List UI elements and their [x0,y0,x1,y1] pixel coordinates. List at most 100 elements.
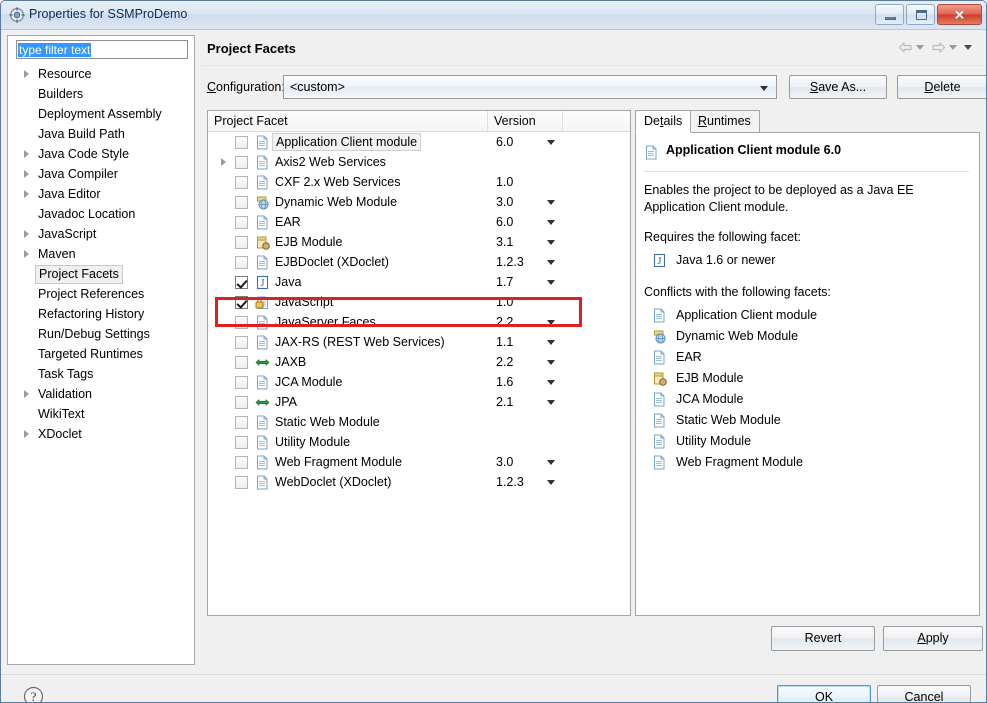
version-chevron-down-icon[interactable] [547,280,555,285]
version-chevron-down-icon[interactable] [547,400,555,405]
facet-checkbox[interactable] [235,416,248,429]
sidebar-item-javadoc-location[interactable]: Javadoc Location [8,204,194,224]
expand-arrow-icon[interactable] [24,150,29,158]
version-chevron-down-icon[interactable] [547,260,555,265]
table-row[interactable]: Utility Module [208,432,630,452]
version-chevron-down-icon[interactable] [547,320,555,325]
expand-arrow-icon[interactable] [24,430,29,438]
sidebar-item-maven[interactable]: Maven [8,244,194,264]
facet-checkbox[interactable] [235,216,248,229]
version-chevron-down-icon[interactable] [547,360,555,365]
facet-checkbox[interactable] [235,396,248,409]
table-row[interactable]: JAX-RS (REST Web Services) 1.1 [208,332,630,352]
expand-arrow-icon[interactable] [24,70,29,78]
sidebar-item-project-facets[interactable]: Project Facets [8,264,194,284]
facet-checkbox[interactable] [235,316,248,329]
facet-checkbox[interactable] [235,436,248,449]
facet-checkbox[interactable] [235,276,248,289]
facet-checkbox[interactable] [235,376,248,389]
table-row[interactable]: JCA Module 1.6 [208,372,630,392]
cancel-button[interactable]: Cancel [877,685,971,702]
version-chevron-down-icon[interactable] [547,240,555,245]
sidebar-item-javascript[interactable]: JavaScript [8,224,194,244]
table-row[interactable]: Web Fragment Module 3.0 [208,452,630,472]
facet-checkbox[interactable] [235,256,248,269]
facet-checkbox[interactable] [235,296,248,309]
sidebar-item-deployment-assembly[interactable]: Deployment Assembly [8,104,194,124]
expand-arrow-icon[interactable] [221,158,226,166]
column-header-version[interactable]: Version [488,111,563,131]
sidebar-item-xdoclet[interactable]: XDoclet [8,424,194,444]
sidebar-item-task-tags[interactable]: Task Tags [8,364,194,384]
sidebar-item-java-compiler[interactable]: Java Compiler [8,164,194,184]
version-chevron-down-icon[interactable] [547,380,555,385]
maximize-button[interactable] [906,4,935,25]
sidebar-item-validation[interactable]: Validation [8,384,194,404]
facet-checkbox[interactable] [235,176,248,189]
table-row[interactable]: JavaScript 1.0 [208,292,630,312]
expand-arrow-icon[interactable] [24,250,29,258]
table-row[interactable]: EJBDoclet (XDoclet) 1.2.3 [208,252,630,272]
version-chevron-down-icon[interactable] [547,220,555,225]
expand-arrow-icon[interactable] [24,390,29,398]
table-row[interactable]: EAR 6.0 [208,212,630,232]
table-row[interactable]: EJB Module 3.1 [208,232,630,252]
version-chevron-down-icon[interactable] [547,480,555,485]
version-chevron-down-icon[interactable] [547,200,555,205]
table-row[interactable]: Dynamic Web Module 3.0 [208,192,630,212]
back-arrow-icon[interactable] [898,41,913,54]
column-header-project-facet[interactable]: Project Facet [208,111,488,131]
sidebar-item-run-debug-settings[interactable]: Run/Debug Settings [8,324,194,344]
expand-arrow-icon[interactable] [24,230,29,238]
table-row[interactable]: JAXB 2.2 [208,352,630,372]
sidebar-item-java-code-style[interactable]: Java Code Style [8,144,194,164]
sidebar-item-targeted-runtimes[interactable]: Targeted Runtimes [8,344,194,364]
table-row[interactable]: CXF 2.x Web Services 1.0 [208,172,630,192]
expand-arrow-icon[interactable] [24,170,29,178]
revert-button[interactable]: Revert [771,626,875,651]
sidebar-item-builders[interactable]: Builders [8,84,194,104]
sidebar-item-java-editor[interactable]: Java Editor [8,184,194,204]
facet-checkbox[interactable] [235,476,248,489]
facet-checkbox[interactable] [235,196,248,209]
facet-checkbox[interactable] [235,336,248,349]
version-chevron-down-icon[interactable] [547,340,555,345]
sidebar-item-refactoring-history[interactable]: Refactoring History [8,304,194,324]
table-row[interactable]: JavaServer Faces 2.2 [208,312,630,332]
table-row[interactable]: WebDoclet (XDoclet) 1.2.3 [208,472,630,492]
table-row[interactable]: JPA 2.1 [208,392,630,412]
table-row[interactable]: Axis2 Web Services [208,152,630,172]
configuration-combobox[interactable]: <custom> [283,75,777,99]
tab-details[interactable]: Details [635,110,692,133]
facet-checkbox[interactable] [235,236,248,249]
version-chevron-down-icon[interactable] [547,140,555,145]
facet-checkbox[interactable] [235,456,248,469]
table-row[interactable]: Static Web Module [208,412,630,432]
filter-text-box[interactable]: type filter text [16,40,188,59]
table-row[interactable]: Application Client module 6.0 [208,132,630,152]
version-chevron-down-icon[interactable] [547,460,555,465]
sidebar-item-resource[interactable]: Resource [8,64,194,84]
facet-checkbox[interactable] [235,356,248,369]
help-icon[interactable]: ? [23,686,44,703]
close-button[interactable]: ✕ [937,4,982,25]
project-facet-table[interactable]: Project Facet Version Application Client… [207,110,631,616]
delete-button[interactable]: Delete [897,75,986,99]
facet-checkbox[interactable] [235,136,248,149]
forward-arrow-icon[interactable] [931,41,946,54]
sidebar-item-wikitext[interactable]: WikiText [8,404,194,424]
minimize-button[interactable] [875,4,904,25]
facet-checkbox[interactable] [235,156,248,169]
sidebar-item-java-build-path[interactable]: Java Build Path [8,124,194,144]
tab-runtimes[interactable]: Runtimes [689,110,760,132]
expand-arrow-icon[interactable] [24,190,29,198]
chevron-down-icon[interactable] [760,86,768,91]
ok-button[interactable]: OK [777,685,871,702]
filter-input[interactable]: type filter text [18,43,92,57]
sidebar-item-project-references[interactable]: Project References [8,284,194,304]
view-menu-chevron-down-icon[interactable] [964,45,972,50]
back-history-chevron-down-icon[interactable] [916,45,924,50]
save-as-button[interactable]: Save As... [789,75,887,99]
table-row[interactable]: J Java 1.7 [208,272,630,292]
forward-history-chevron-down-icon[interactable] [949,45,957,50]
